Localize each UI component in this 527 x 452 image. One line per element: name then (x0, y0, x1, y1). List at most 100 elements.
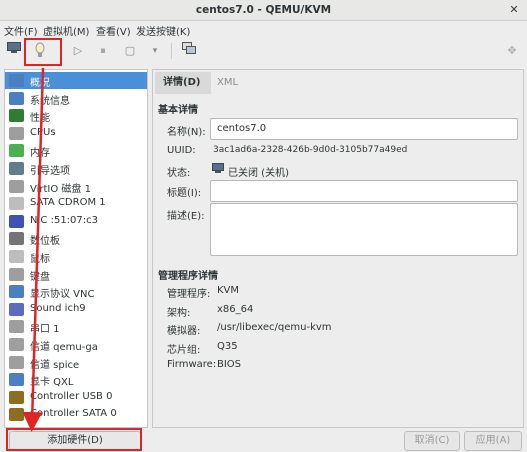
sidebar-item[interactable]: 信道 spice (5, 354, 147, 371)
sidebar-item[interactable]: 系统信息 (5, 90, 147, 107)
sidebar-item-label: NIC :51:07:c3 (30, 214, 99, 226)
sidebar-item[interactable]: 数位板 (5, 230, 147, 247)
sidebar-item-label: Controller SATA 0 (30, 408, 117, 420)
serial-icon (9, 320, 24, 334)
window-title: centos7.0 - QEMU/KVM (195, 4, 332, 16)
name-value: centos7.0 (217, 123, 267, 134)
controller-icon (9, 408, 24, 422)
monitor-status-icon (212, 163, 224, 177)
nic-icon (9, 214, 24, 228)
screenshot-icon[interactable] (180, 42, 198, 60)
sidebar-item-label: SATA CDROM 1 (30, 197, 106, 209)
sidebar-item-label: 概况 (30, 78, 50, 89)
sidebar-item-label: 信道 spice (30, 359, 80, 371)
name-label: 名称(N): (167, 127, 206, 138)
sidebar-item[interactable]: Sound ich9 (5, 301, 147, 318)
sidebar-item-label: CPUs (30, 126, 56, 138)
tab-details[interactable]: 详情(D) (155, 72, 211, 94)
sidebar-item-label: 系统信息 (30, 95, 70, 107)
toolbar-separator (171, 43, 172, 59)
sidebar-item[interactable]: VirtIO 磁盘 1 (5, 178, 147, 195)
sidebar-item-label: 数位板 (30, 236, 60, 248)
hypervisor-row-label: 模拟器: (167, 326, 201, 337)
lightbulb-icon[interactable] (31, 42, 49, 60)
title-field[interactable] (210, 180, 518, 202)
sidebar-item[interactable]: 鼠标 (5, 248, 147, 265)
sidebar-item[interactable]: Controller USB 0 (5, 389, 147, 406)
sidebar-item-label: 键盘 (30, 271, 50, 283)
move-icon[interactable]: ✥ (503, 42, 521, 60)
sidebar-item[interactable]: 串口 1 (5, 318, 147, 335)
sysinfo-icon (9, 91, 24, 105)
tab-xml[interactable]: XML (209, 72, 246, 94)
close-icon[interactable]: ✕ (507, 3, 521, 17)
menubar: 文件(F) 虚拟机(M) 查看(V) 发送按键(K) (0, 21, 527, 38)
sidebar-item-label: VirtIO 磁盘 1 (30, 183, 91, 195)
sidebar-item-label: 显示协议 VNC (30, 289, 95, 301)
sidebar-item-label: Controller USB 0 (30, 390, 113, 402)
window-titlebar: centos7.0 - QEMU/KVM ✕ (0, 0, 527, 21)
name-field[interactable]: centos7.0 (210, 118, 518, 140)
hypervisor-row-value: Q35 (217, 340, 238, 352)
cdrom-icon (9, 197, 24, 211)
title-label: 标题(I): (167, 188, 202, 199)
sidebar-item-label: 显卡 QXL (30, 377, 74, 389)
video-icon (9, 373, 24, 387)
sidebar-item[interactable]: 信道 qemu-ga (5, 336, 147, 353)
sidebar-item-label: 引导选项 (30, 166, 70, 177)
sidebar-item[interactable]: SATA CDROM 1 (5, 195, 147, 212)
menu-file[interactable]: 文件(F) (4, 23, 38, 38)
play-icon[interactable]: ▷ (69, 42, 87, 60)
hypervisor-row-value: x86_64 (217, 303, 254, 315)
status-label: 状态: (167, 168, 191, 179)
dropdown-icon[interactable]: ▾ (146, 42, 164, 60)
channel-icon (9, 338, 24, 351)
sidebar-item-label: 性能 (30, 113, 50, 125)
sidebar-item[interactable]: 显卡 QXL (5, 371, 147, 388)
add-hardware-button[interactable]: 添加硬件(D) (9, 431, 141, 451)
sidebar-item-label: Sound ich9 (30, 302, 86, 314)
menu-view[interactable]: 查看(V) (96, 23, 131, 38)
sidebar-item[interactable]: 性能 (5, 107, 147, 124)
hypervisor-row-value: KVM (217, 285, 240, 296)
mouse-icon (9, 250, 24, 263)
description-field[interactable] (210, 203, 518, 256)
tablet-icon (9, 232, 24, 246)
menu-send-key[interactable]: 发送按键(K) (136, 23, 190, 38)
sidebar-item[interactable]: CPUs (5, 125, 147, 142)
hardware-list: 概况系统信息性能 CPUs 内存引导选项 VirtIO 磁盘 1 SATA CDROM … (4, 69, 148, 428)
disk-icon (9, 179, 24, 193)
sidebar-item[interactable]: 引导选项 (5, 160, 147, 177)
stop-icon[interactable]: ▢ (121, 42, 139, 60)
hypervisor-row-label: 管理程序: (167, 289, 211, 300)
sidebar-item[interactable]: Controller SATA 0 (5, 406, 147, 423)
performance-icon (9, 109, 24, 123)
apply-button[interactable]: 应用(A) (464, 431, 522, 451)
cpu-icon (9, 126, 24, 140)
sidebar-item-label: 信道 qemu-ga (30, 342, 98, 353)
sidebar-item-label: 鼠标 (30, 254, 50, 265)
menu-vm[interactable]: 虚拟机(M) (43, 23, 89, 38)
monitor-icon[interactable] (5, 42, 23, 60)
keyboard-icon (9, 267, 24, 281)
toolbar: ▷ ⏸ ▢ ▾ ✥ (0, 38, 527, 64)
sidebar-item-label: 内存 (30, 148, 50, 160)
sidebar-item[interactable]: 显示协议 VNC (5, 283, 147, 300)
hypervisor-details-heading: 管理程序详情 (158, 271, 218, 282)
display-icon (9, 285, 24, 299)
sound-icon (9, 302, 24, 316)
controller-icon (9, 390, 24, 404)
uuid-label: UUID: (167, 145, 196, 156)
sidebar-item[interactable]: NIC :51:07:c3 (5, 213, 147, 230)
sidebar-item[interactable]: 内存 (5, 142, 147, 159)
pause-icon[interactable]: ⏸ (94, 42, 112, 60)
basic-details-heading: 基本详情 (158, 105, 198, 116)
hypervisor-row-value: BIOS (217, 359, 242, 370)
status-value: 已关闭 (关机) (228, 168, 289, 179)
description-label: 描述(E): (167, 211, 205, 222)
sidebar-item[interactable]: 概况 (5, 72, 147, 89)
hypervisor-row-value: /usr/libexec/qemu-kvm (217, 322, 332, 333)
sidebar-item-label: 串口 1 (30, 324, 60, 336)
cancel-button[interactable]: 取消(C) (404, 431, 460, 451)
sidebar-item[interactable]: 键盘 (5, 266, 147, 283)
